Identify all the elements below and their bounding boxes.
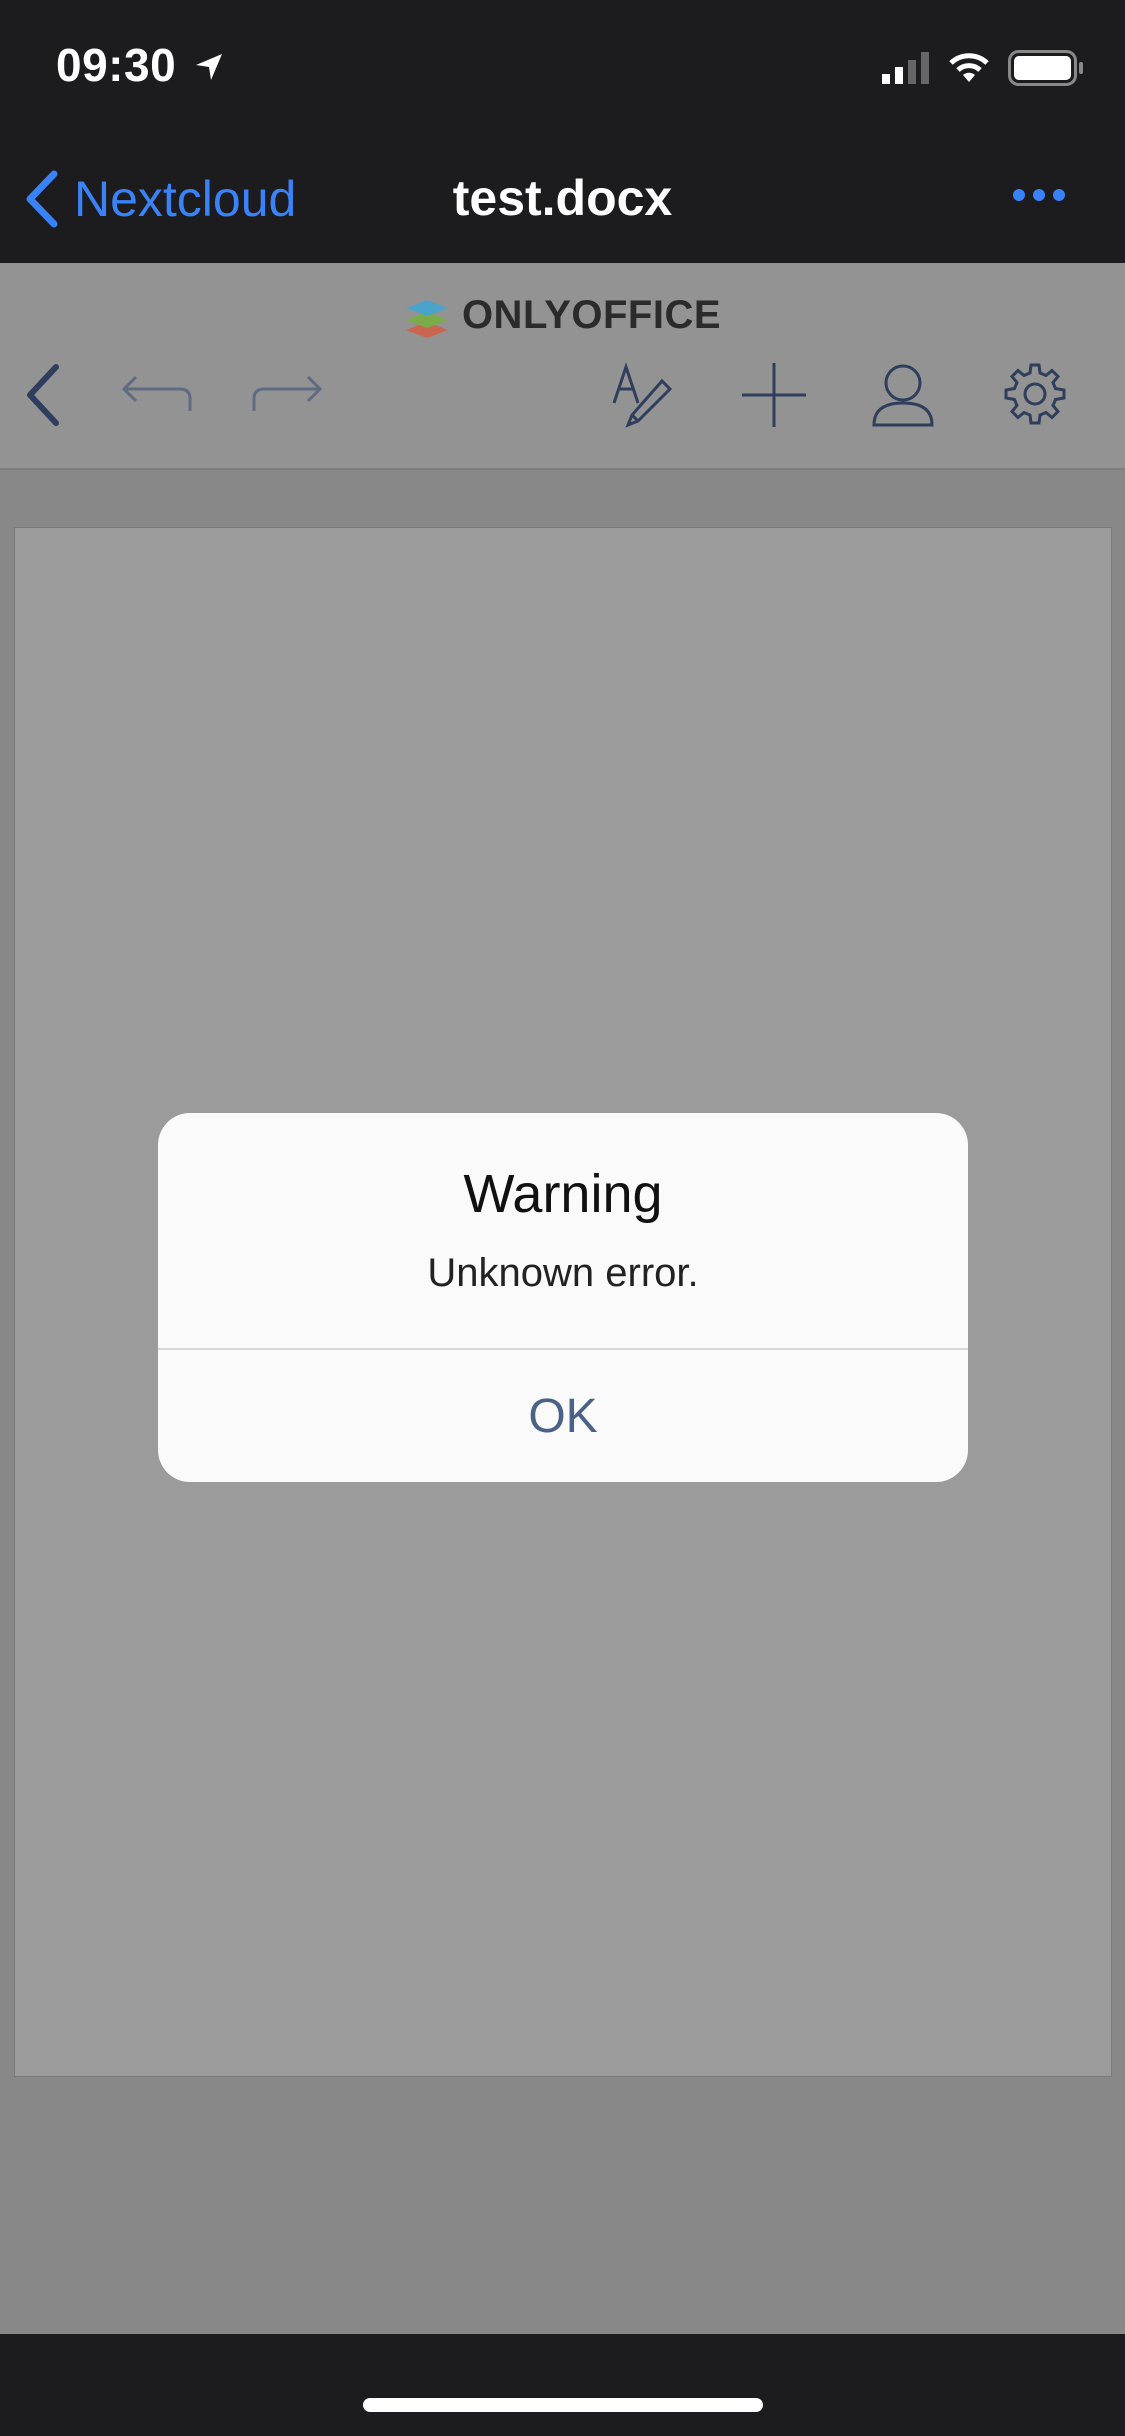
- home-indicator[interactable]: [363, 2398, 763, 2412]
- status-bar: 09:30: [0, 0, 1125, 135]
- onlyoffice-logo-icon: [405, 299, 448, 338]
- onlyoffice-logo-text: ONLYOFFICE: [461, 293, 722, 337]
- warning-alert-dialog: Warning Unknown error. OK: [158, 1113, 968, 1482]
- gear-icon[interactable]: [1002, 361, 1068, 427]
- chevron-left-icon[interactable]: [22, 363, 64, 427]
- onlyoffice-toolbar: ONLYOFFICE: [0, 263, 1125, 470]
- nav-bar: Nextcloud test.docx: [0, 135, 1125, 263]
- undo-icon[interactable]: [118, 363, 194, 427]
- alert-title: Warning: [463, 1164, 663, 1224]
- redo-icon[interactable]: [250, 363, 326, 427]
- status-time: 09:30: [56, 39, 177, 91]
- nav-title: test.docx: [452, 170, 673, 226]
- home-indicator-area: [0, 2334, 1125, 2436]
- alert-message: Unknown error.: [427, 1251, 699, 1295]
- edit-text-icon[interactable]: [610, 359, 674, 431]
- ok-button[interactable]: OK: [158, 1350, 968, 1482]
- location-arrow-icon: [196, 54, 222, 80]
- onlyoffice-logo: ONLYOFFICE: [0, 293, 1125, 338]
- battery-icon: [1008, 50, 1083, 86]
- wifi-icon: [949, 53, 989, 82]
- add-icon[interactable]: [740, 359, 808, 431]
- cell-signal-icon: [882, 52, 929, 84]
- more-options-icon[interactable]: [1010, 185, 1068, 205]
- user-icon[interactable]: [870, 359, 936, 431]
